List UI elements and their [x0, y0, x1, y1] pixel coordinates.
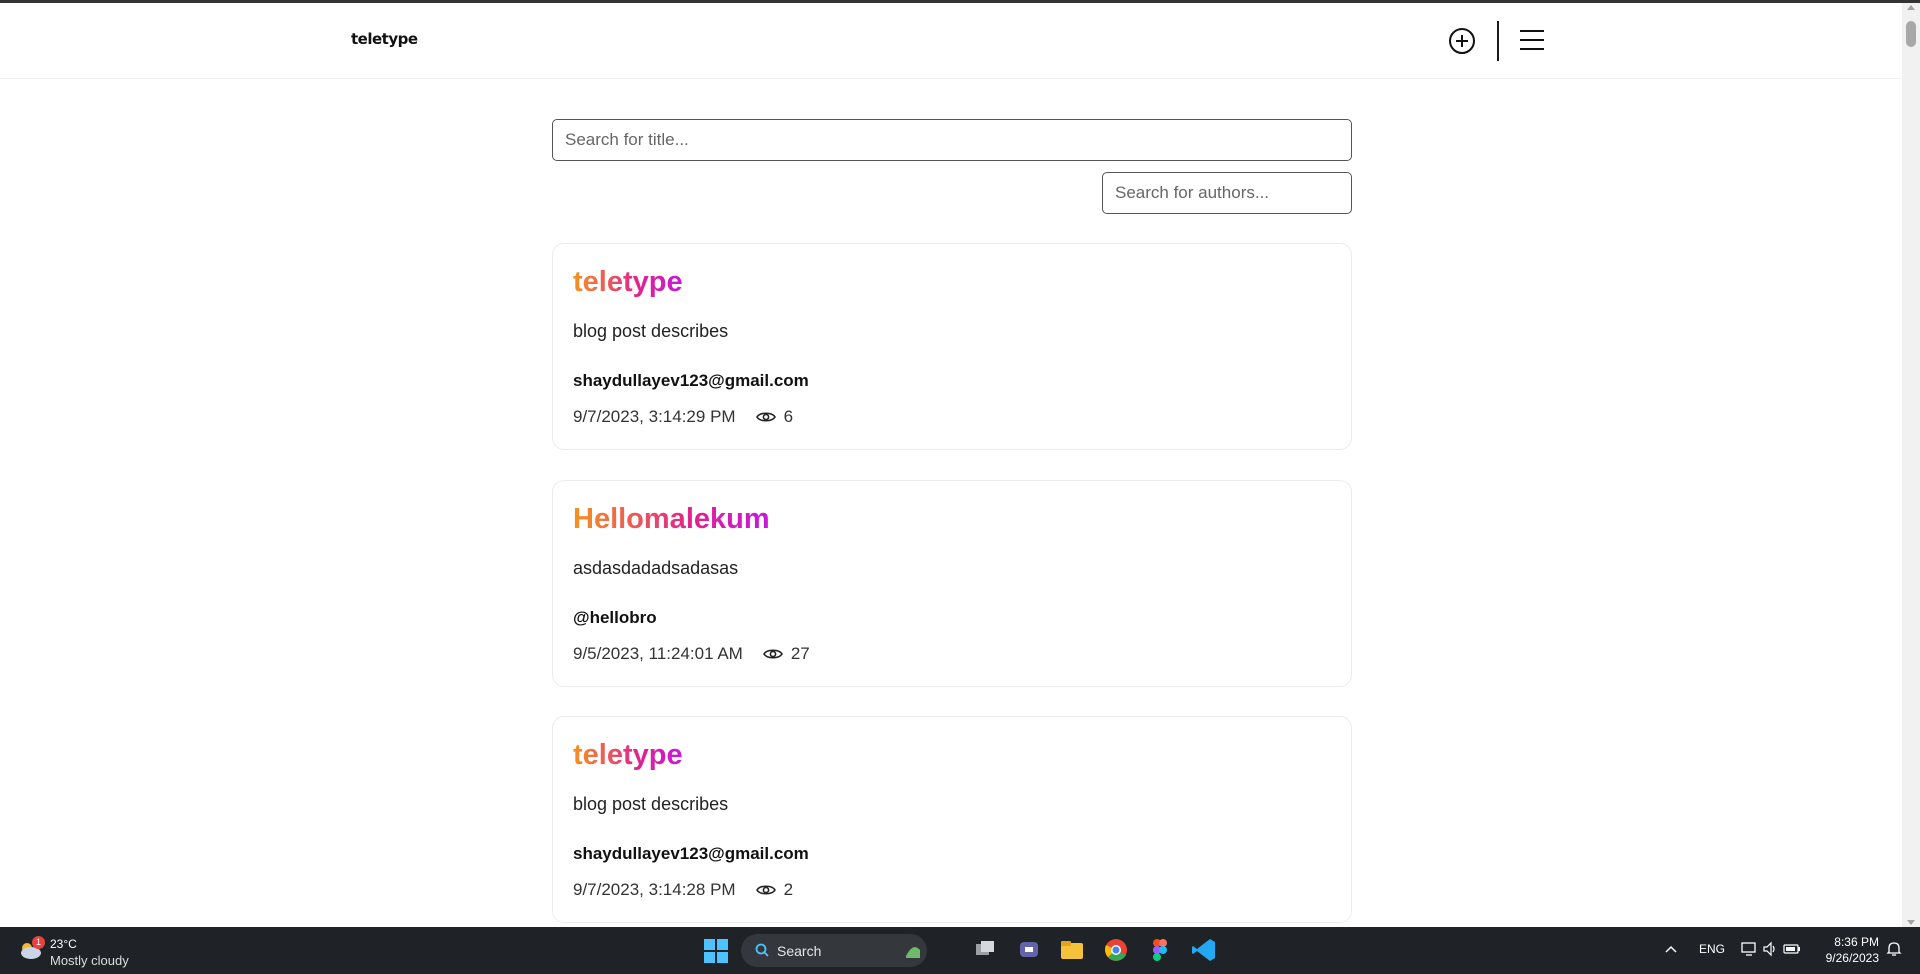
post-author: shaydullayev123@gmail.com: [573, 844, 809, 863]
show-hidden-icons-icon[interactable]: [1665, 944, 1677, 954]
post-meta: 9/7/2023, 3:14:29 PM 6: [573, 407, 793, 427]
post-author: @hellobro: [573, 608, 657, 627]
clock-date: 9/26/2023: [1825, 951, 1879, 965]
windows-start-icon[interactable]: [704, 939, 728, 963]
post-date: 9/5/2023, 11:24:01 AM: [573, 644, 743, 663]
volume-icon[interactable]: [1762, 941, 1778, 957]
header-divider: [1497, 21, 1499, 61]
language-indicator[interactable]: ENG: [1699, 942, 1725, 956]
scroll-thumb[interactable]: [1906, 21, 1916, 47]
teams-chat-icon[interactable]: [1015, 936, 1043, 964]
search-icon: [755, 943, 769, 957]
add-post-icon[interactable]: [1448, 27, 1476, 55]
search-title-input[interactable]: [552, 119, 1352, 161]
figma-icon[interactable]: [1146, 936, 1174, 964]
post-card[interactable]: Hellomalekum asdasdadadsadasas @hellobro…: [552, 480, 1352, 687]
post-views: 27: [790, 644, 810, 663]
post-date: 9/7/2023, 3:14:28 PM: [573, 880, 736, 899]
chrome-icon[interactable]: [1102, 936, 1130, 964]
vscode-icon[interactable]: [1190, 936, 1218, 964]
post-title[interactable]: Hellomalekum: [573, 503, 770, 536]
post-title[interactable]: teletype: [573, 266, 683, 299]
post-card[interactable]: teletype blog post describes shaydullaye…: [552, 716, 1352, 923]
post-description: asdasdadadsadasas: [573, 558, 739, 578]
post-views: 2: [783, 880, 794, 899]
eye-icon: [762, 649, 783, 659]
system-clock[interactable]: 8:36 PM 9/26/2023: [1815, 934, 1879, 966]
post-card[interactable]: teletype blog post describes shaydullaye…: [552, 243, 1352, 450]
post-title[interactable]: teletype: [573, 739, 683, 772]
page-viewport: teletype teletype blog post describes sh…: [0, 3, 1902, 927]
network-icon[interactable]: [1741, 941, 1757, 957]
site-logo[interactable]: teletype: [351, 30, 418, 48]
windows-taskbar: 1 23°C Mostly cloudy Search ENG 8:36 PM …: [0, 927, 1920, 974]
page-scrollbar[interactable]: [1902, 3, 1920, 927]
scroll-up-arrow-icon[interactable]: [1907, 5, 1915, 10]
weather-badge: 1: [32, 936, 45, 949]
post-views: 6: [783, 407, 794, 426]
scroll-down-arrow-icon[interactable]: [1907, 920, 1915, 925]
post-description: blog post describes: [573, 794, 729, 814]
notification-icon[interactable]: [1886, 941, 1902, 957]
weather-widget[interactable]: 1 23°C Mostly cloudy: [16, 932, 156, 970]
taskbar-search-box[interactable]: Search: [741, 934, 927, 967]
post-meta: 9/5/2023, 11:24:01 AM 27: [573, 644, 810, 664]
eye-icon: [755, 885, 776, 895]
site-header: teletype: [0, 3, 1902, 79]
task-view-icon[interactable]: [971, 936, 999, 964]
search-authors-input[interactable]: [1102, 172, 1352, 214]
post-meta: 9/7/2023, 3:14:28 PM 2: [573, 880, 793, 900]
post-author: shaydullayev123@gmail.com: [573, 371, 809, 390]
post-date: 9/7/2023, 3:14:29 PM: [573, 407, 736, 426]
eye-icon: [755, 412, 776, 422]
battery-icon[interactable]: [1783, 941, 1801, 957]
hamburger-menu-icon[interactable]: [1520, 29, 1544, 51]
taskbar-search-label: Search: [777, 943, 822, 959]
search-highlight-icon: [906, 947, 920, 958]
clock-time: 8:36 PM: [1834, 935, 1879, 949]
weather-temperature: 23°C: [50, 937, 77, 951]
post-description: blog post describes: [573, 321, 729, 341]
file-explorer-icon[interactable]: [1058, 936, 1086, 964]
weather-description: Mostly cloudy: [50, 953, 129, 968]
